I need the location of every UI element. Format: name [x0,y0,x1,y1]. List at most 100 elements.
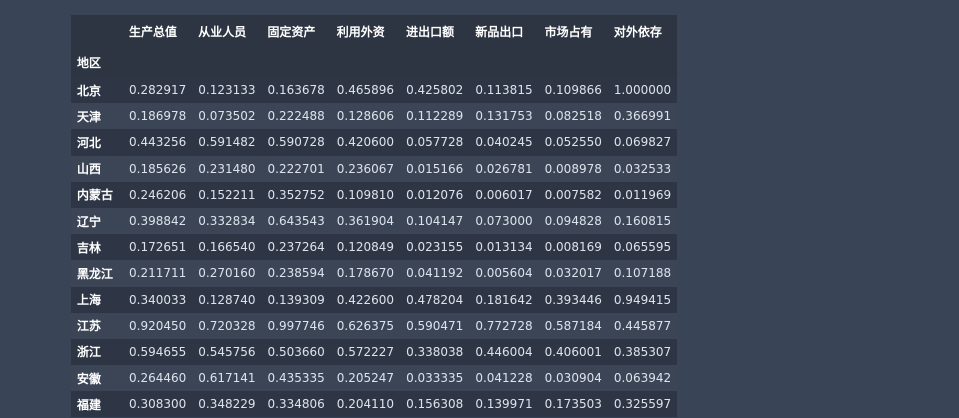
table-row: 黑龙江 0.211711 0.270160 0.238594 0.178670 0.041… [71,260,678,287]
table-cell: 0.420600 [336,135,395,150]
row-label: 安徽 [77,371,102,386]
table-cell: 0.023155 [406,240,464,255]
table-row: 天津 0.186978 0.073502 0.222488 0.128606 0.1122… [71,103,678,130]
table-row: 内蒙古 0.246206 0.152211 0.352752 0.109810 0.012… [71,181,678,208]
table-cell: 0.041228 [475,371,533,386]
table-cell: 0.338038 [406,344,464,359]
table-cell: 1.000000 [613,83,672,98]
column-header: 对外依存 [607,15,678,47]
table-row: 浙江 0.594655 0.545756 0.503660 0.572227 0.3380… [71,338,678,366]
table-cell: 0.445877 [613,318,672,333]
table-cell: 0.211711 [129,266,187,281]
row-label: 辽宁 [77,214,102,229]
table-row: 江苏 0.920450 0.720328 0.997746 0.626375 0.5904… [71,312,678,339]
table-header: 生产总值 从业人员 固定资产 利用外资 进出口额 新品出口 市场占有 对外依存 … [71,15,678,77]
table-cell: 0.123133 [198,83,256,98]
table-cell: 0.041192 [406,266,464,281]
table-cell: 0.643543 [267,214,325,229]
table-row: 辽宁 0.398842 0.332834 0.643543 0.361904 0.1041… [71,207,678,235]
table-cell: 0.107188 [613,266,672,281]
table-cell: 0.393446 [544,292,602,307]
table-cell: 0.222488 [267,109,325,124]
table-row: 河北 0.443256 0.591482 0.590728 0.420600 0.0577… [71,129,678,156]
table-cell: 0.238594 [267,266,325,281]
table-cell: 0.040245 [475,135,533,150]
column-header: 新品出口 [469,15,539,47]
table-cell: 0.178670 [336,266,395,281]
table-row: 北京 0.282917 0.123133 0.163678 0.465896 0.4258… [71,77,678,104]
table-cell: 0.587184 [544,318,602,333]
table-cell: 0.594655 [129,344,187,359]
table-cell: 0.617141 [198,371,256,386]
table-cell: 0.385307 [613,344,672,359]
table-cell: 0.406001 [544,344,602,359]
table-cell: 0.446004 [475,344,533,359]
table-cell: 0.949415 [613,292,672,307]
table-cell: 0.366991 [613,109,672,124]
table-cell: 0.352752 [267,187,325,202]
table-cell: 0.139971 [475,397,533,412]
table-cell: 0.348229 [198,397,256,412]
table-cell: 0.013134 [475,240,533,255]
table-cell: 0.264460 [129,371,187,386]
table-cell: 0.026781 [475,161,533,176]
table-cell: 0.008169 [544,240,602,255]
corner-cell [71,15,123,47]
table-cell: 0.109810 [336,187,395,202]
table-cell: 0.222701 [267,161,325,176]
row-label: 上海 [77,293,102,308]
table-cell: 0.503660 [267,344,325,359]
table-cell: 0.073502 [198,109,256,124]
index-name-row: 地区 [71,47,678,77]
table-cell: 0.572227 [336,344,395,359]
table-cell: 0.204110 [336,397,395,412]
table-cell: 0.104147 [406,214,464,229]
table-row: 福建 0.308300 0.348229 0.334806 0.204110 0.1563… [71,391,678,418]
table-cell: 0.112289 [406,109,464,124]
column-header: 固定资产 [261,15,331,47]
column-header: 利用外资 [330,15,401,47]
row-label: 江苏 [77,319,102,334]
table-cell: 0.006017 [475,187,533,202]
table-cell: 0.231480 [198,161,256,176]
table-cell: 0.065595 [613,240,672,255]
row-label: 浙江 [77,345,102,360]
table-cell: 0.128606 [336,109,395,124]
table-cell: 0.720328 [198,318,256,333]
row-label: 天津 [77,109,102,124]
table-cell: 0.186978 [129,109,187,124]
column-header: 市场占有 [538,15,608,47]
row-label: 河北 [77,135,102,150]
table-cell: 0.443256 [129,135,187,150]
table-cell: 0.772728 [475,318,533,333]
table-row: 安徽 0.264460 0.617141 0.435335 0.205247 0.0333… [71,365,678,392]
table-body: 北京 0.282917 0.123133 0.163678 0.465896 0.4258… [71,77,678,418]
table-cell: 0.120849 [336,240,395,255]
table-cell: 0.163678 [267,83,325,98]
table-cell: 0.052550 [544,135,602,150]
table-cell: 0.422600 [336,292,395,307]
table-cell: 0.626375 [336,318,395,333]
table-cell: 0.181642 [475,292,533,307]
table-cell: 0.032017 [544,266,602,281]
table-cell: 0.334806 [267,397,325,412]
table-cell: 0.156308 [406,397,464,412]
table-cell: 0.063942 [613,371,672,386]
column-header: 进出口额 [400,15,470,47]
table-cell: 0.152211 [198,187,256,202]
table-cell: 0.997746 [267,318,325,333]
table-cell: 0.139309 [267,292,325,307]
table-cell: 0.185626 [129,161,187,176]
column-header-row: 生产总值 从业人员 固定资产 利用外资 进出口额 新品出口 市场占有 对外依存 [71,15,678,47]
table-cell: 0.166540 [198,240,256,255]
index-name: 地区 [71,47,123,77]
table-cell: 0.113815 [475,83,533,98]
table-cell: 0.030904 [544,371,602,386]
table-row: 山西 0.185626 0.231480 0.222701 0.236067 0.0151… [71,155,678,182]
dataframe-output: 生产总值 从业人员 固定资产 利用外资 进出口额 新品出口 市场占有 对外依存 … [71,15,678,418]
table-cell: 0.478204 [406,292,464,307]
table-cell: 0.308300 [129,397,187,412]
dataframe-table: 生产总值 从业人员 固定资产 利用外资 进出口额 新品出口 市场占有 对外依存 … [71,15,678,418]
row-label: 吉林 [77,240,102,255]
table-cell: 0.205247 [336,371,395,386]
